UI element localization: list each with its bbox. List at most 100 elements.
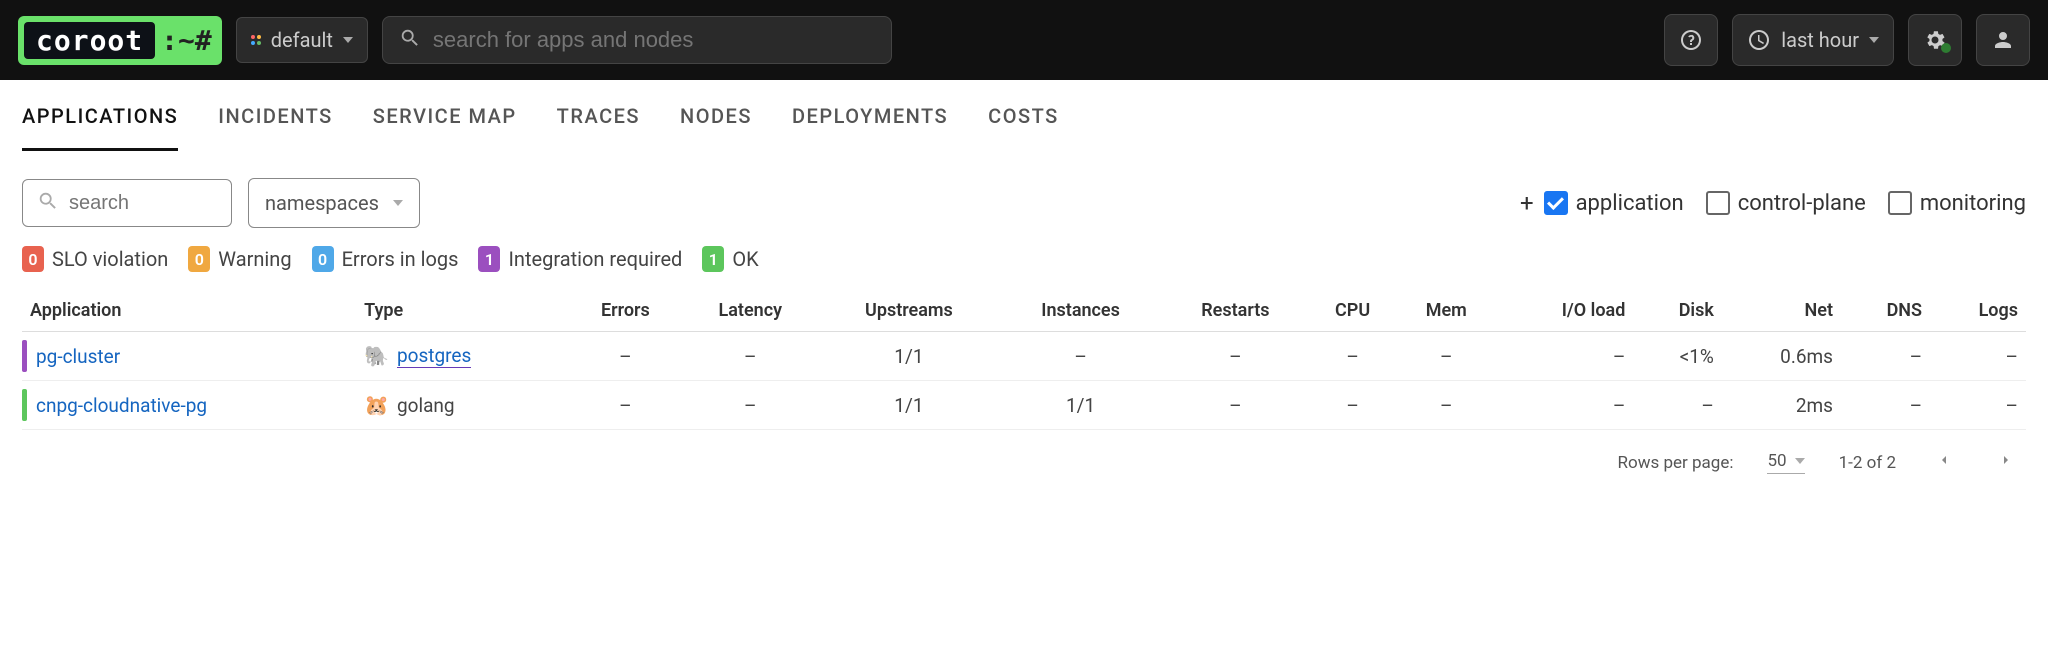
col-latency[interactable]: Latency [681, 290, 819, 332]
app-header: coroot :~# default last hour [0, 0, 2048, 80]
col-upstreams[interactable]: Upstreams [819, 290, 999, 332]
chevron-down-icon [1795, 458, 1805, 464]
filters-row: namespaces + application control-plane mon… [0, 152, 2048, 246]
cell-upstreams: 1/1 [819, 332, 999, 381]
filter-application[interactable]: application [1544, 191, 1684, 216]
checkbox-icon [1706, 191, 1730, 215]
app-search[interactable] [22, 179, 232, 227]
status-bar-icon [22, 340, 27, 372]
app-search-input[interactable] [69, 192, 217, 215]
logo-text: coroot [24, 22, 155, 59]
cell-io: – [1496, 332, 1634, 381]
col-application[interactable]: Application [22, 290, 356, 332]
col-type[interactable]: Type [356, 290, 569, 332]
cell-restarts: – [1162, 332, 1308, 381]
col-logs[interactable]: Logs [1930, 290, 2026, 332]
cell-errors: – [569, 381, 681, 430]
checkbox-icon [1888, 191, 1912, 215]
tab-incidents[interactable]: INCIDENTS [218, 104, 332, 151]
next-page-button[interactable] [1992, 446, 2020, 479]
count-badge: 1 [702, 246, 724, 272]
col-net[interactable]: Net [1722, 290, 1841, 332]
app-link[interactable]: cnpg-cloudnative-pg [36, 394, 207, 417]
logo[interactable]: coroot :~# [18, 16, 222, 65]
tab-nodes[interactable]: NODES [680, 104, 752, 151]
cell-errors: – [569, 332, 681, 381]
main-tabs: APPLICATIONS INCIDENTS SERVICE MAP TRACES NO… [0, 80, 2048, 152]
cell-cpu: – [1308, 332, 1397, 381]
cell-upstreams: 1/1 [819, 381, 999, 430]
cell-latency: – [681, 381, 819, 430]
cell-cpu: – [1308, 381, 1397, 430]
filter-control-plane[interactable]: control-plane [1706, 191, 1866, 216]
tab-applications[interactable]: APPLICATIONS [22, 104, 178, 151]
type-icon: 🐹 [364, 393, 389, 417]
cell-instances: 1/1 [999, 381, 1163, 430]
logo-prompt: :~# [161, 24, 212, 57]
search-icon [399, 27, 421, 53]
col-restarts[interactable]: Restarts [1162, 290, 1308, 332]
col-i-o-load[interactable]: I/O load [1496, 290, 1634, 332]
count-badge: 1 [478, 246, 500, 272]
chevron-down-icon [393, 200, 403, 206]
project-name: default [271, 28, 333, 52]
count-badge: 0 [312, 246, 334, 272]
cell-dns: – [1841, 332, 1930, 381]
user-button[interactable] [1976, 14, 2030, 66]
pagination: Rows per page: 50 1-2 of 2 [0, 430, 2048, 495]
search-icon [37, 190, 59, 216]
col-instances[interactable]: Instances [999, 290, 1163, 332]
global-search-input[interactable] [433, 27, 875, 53]
status-bar-icon [22, 389, 27, 421]
cell-logs: – [1930, 381, 2026, 430]
tab-traces[interactable]: TRACES [557, 104, 640, 151]
cell-net: 2ms [1722, 381, 1841, 430]
chevron-down-icon [1869, 37, 1879, 43]
help-button[interactable] [1664, 14, 1718, 66]
count-badge: 0 [22, 246, 44, 272]
chevron-down-icon [343, 37, 353, 43]
time-range-selector[interactable]: last hour [1732, 14, 1894, 66]
col-dns[interactable]: DNS [1841, 290, 1930, 332]
user-icon [1991, 28, 2015, 52]
table-row: cnpg-cloudnative-pg🐹golang––1/11/1–––––2… [22, 381, 2026, 430]
cell-disk: – [1633, 381, 1722, 430]
prev-page-button[interactable] [1930, 446, 1958, 479]
cell-io: – [1496, 381, 1634, 430]
col-mem[interactable]: Mem [1397, 290, 1496, 332]
legend-warning: 0Warning [188, 246, 291, 272]
rows-per-page-select[interactable]: 50 [1767, 451, 1804, 474]
legend-errors-in-logs: 0Errors in logs [312, 246, 459, 272]
legend-slo-violation: 0SLO violation [22, 246, 168, 272]
col-disk[interactable]: Disk [1633, 290, 1722, 332]
clock-icon [1747, 28, 1771, 52]
tab-costs[interactable]: COSTS [988, 104, 1059, 151]
table-row: pg-cluster🐘postgres––1/1–––––<1%0.6ms–– [22, 332, 2026, 381]
status-legend: 0SLO violation0Warning0Errors in logs1In… [0, 246, 2048, 290]
project-icon [251, 35, 261, 45]
type-label: golang [397, 394, 455, 417]
tab-service-map[interactable]: SERVICE MAP [373, 104, 517, 151]
type-icon: 🐘 [364, 344, 389, 368]
cell-mem: – [1397, 332, 1496, 381]
time-range-label: last hour [1781, 28, 1859, 52]
namespace-label: namespaces [265, 191, 379, 215]
page-range: 1-2 of 2 [1839, 453, 1896, 473]
filter-monitoring[interactable]: monitoring [1888, 191, 2026, 216]
cell-net: 0.6ms [1722, 332, 1841, 381]
cell-restarts: – [1162, 381, 1308, 430]
status-dot-icon [1941, 43, 1951, 53]
count-badge: 0 [188, 246, 210, 272]
project-selector[interactable]: default [236, 17, 368, 63]
cell-logs: – [1930, 332, 2026, 381]
col-errors[interactable]: Errors [569, 290, 681, 332]
plus-icon[interactable]: + [1520, 189, 1534, 217]
tab-deployments[interactable]: DEPLOYMENTS [792, 104, 948, 151]
col-cpu[interactable]: CPU [1308, 290, 1397, 332]
settings-button[interactable] [1908, 14, 1962, 66]
namespace-selector[interactable]: namespaces [248, 178, 420, 228]
rows-per-page-label: Rows per page: [1618, 453, 1734, 473]
type-label[interactable]: postgres [397, 344, 471, 368]
app-link[interactable]: pg-cluster [36, 345, 120, 368]
global-search[interactable] [382, 16, 892, 64]
